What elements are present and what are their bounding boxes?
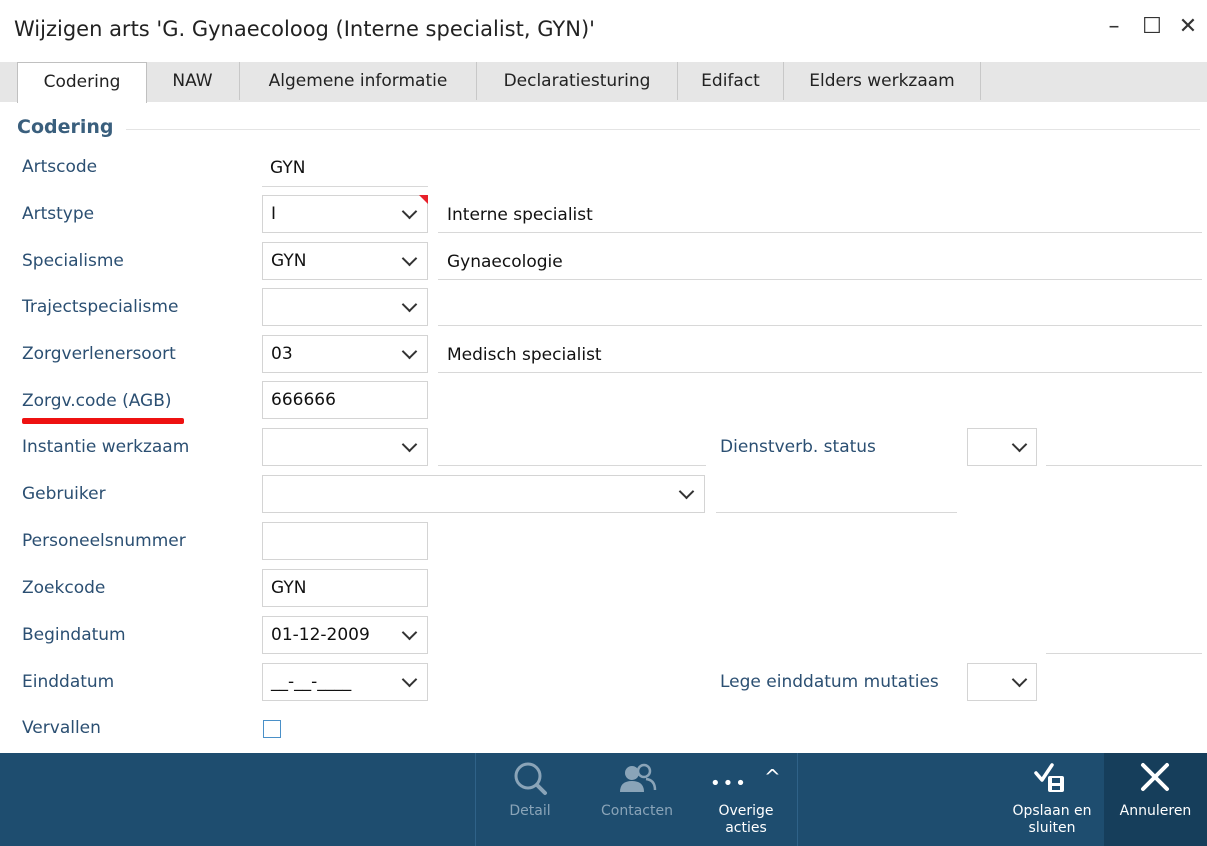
vervallen-checkbox[interactable] bbox=[263, 720, 281, 738]
highlight-underline bbox=[22, 418, 184, 424]
zorgv-code-label: Zorgv.code (AGB) bbox=[22, 391, 172, 411]
contacten-label: Contacten bbox=[601, 803, 673, 819]
maximize-button[interactable]: ☐ bbox=[1137, 14, 1167, 39]
chevron-down-icon bbox=[401, 250, 418, 267]
chevron-down-icon bbox=[1011, 671, 1028, 688]
required-marker-icon bbox=[419, 195, 428, 204]
save-check-icon bbox=[1006, 759, 1098, 797]
zorgverlenersoort-label: Zorgverlenersoort bbox=[22, 344, 176, 364]
specialisme-description-underline bbox=[438, 279, 1202, 280]
specialisme-value: GYN bbox=[271, 251, 307, 271]
tab-elders-werkzaam[interactable]: Elders werkzaam bbox=[784, 62, 981, 100]
instantie-werkzaam-label: Instantie werkzaam bbox=[22, 437, 190, 457]
begindatum-label: Begindatum bbox=[22, 625, 126, 645]
caret-up-icon: ^ bbox=[764, 765, 781, 789]
trajectspecialisme-select[interactable] bbox=[262, 288, 428, 326]
artscode-underline bbox=[262, 186, 428, 187]
toolbar-separator bbox=[797, 753, 798, 846]
trajectspecialisme-description-underline bbox=[438, 325, 1202, 326]
search-icon bbox=[490, 759, 570, 797]
trajectspecialisme-label: Trajectspecialisme bbox=[22, 297, 179, 317]
more-icon: ••• ^ bbox=[700, 759, 792, 797]
einddatum-label: Einddatum bbox=[22, 672, 115, 692]
toolbar-separator bbox=[475, 753, 476, 846]
detail-label: Detail bbox=[509, 803, 551, 819]
chevron-down-icon bbox=[401, 203, 418, 220]
chevron-down-icon bbox=[401, 436, 418, 453]
dienstverb-status-select[interactable] bbox=[967, 428, 1037, 466]
begindatum-value: 01-12-2009 bbox=[271, 625, 370, 645]
lege-einddatum-mutaties-select[interactable] bbox=[967, 663, 1037, 701]
section-title: Codering bbox=[17, 116, 114, 138]
zorgverlenersoort-description-underline bbox=[438, 372, 1202, 373]
artscode-label: Artscode bbox=[22, 157, 98, 177]
einddatum-value: __-__-____ bbox=[271, 672, 352, 692]
personeelsnummer-label: Personeelsnummer bbox=[22, 531, 186, 551]
artstype-description-underline bbox=[438, 232, 1202, 233]
artstype-value: I bbox=[271, 204, 277, 224]
artstype-label: Artstype bbox=[22, 204, 95, 224]
chevron-down-icon bbox=[401, 296, 418, 313]
gebruiker-select[interactable] bbox=[262, 475, 705, 513]
begindatum-picker[interactable]: 01-12-2009 bbox=[262, 616, 428, 654]
detail-button[interactable]: Detail bbox=[490, 753, 570, 846]
instantie-werkzaam-description-underline bbox=[438, 465, 706, 466]
zoekcode-label: Zoekcode bbox=[22, 578, 106, 598]
contacten-button[interactable]: Contacten bbox=[592, 753, 682, 846]
title-bar: Wijzigen arts 'G. Gynaecoloog (Interne s… bbox=[0, 0, 1207, 62]
tab-naw[interactable]: NAW bbox=[146, 62, 240, 100]
zoekcode-input[interactable]: GYN bbox=[262, 569, 428, 607]
lege-einddatum-mutaties-label: Lege einddatum mutaties bbox=[720, 672, 939, 692]
vervallen-label: Vervallen bbox=[22, 718, 101, 738]
opslaan-en-sluiten-button[interactable]: Opslaan en sluiten bbox=[1006, 753, 1098, 846]
artscode-value: GYN bbox=[270, 158, 306, 178]
tab-codering[interactable]: Codering bbox=[17, 62, 147, 103]
gebruiker-description-underline bbox=[716, 512, 957, 513]
artstype-description: Interne specialist bbox=[447, 205, 593, 225]
specialisme-select[interactable]: GYN bbox=[262, 242, 428, 280]
zorgv-code-input[interactable]: 666666 bbox=[262, 381, 428, 419]
artstype-select[interactable]: I bbox=[262, 195, 428, 233]
section-divider bbox=[126, 129, 1200, 130]
tab-declaratiesturing[interactable]: Declaratiesturing bbox=[477, 62, 678, 100]
opslaan-en-sluiten-label: Opslaan en sluiten bbox=[1012, 803, 1092, 836]
annuleren-label: Annuleren bbox=[1119, 803, 1192, 819]
action-toolbar: Detail Contacten ••• ^ Overige acties Op… bbox=[0, 753, 1207, 846]
minimize-button[interactable]: – bbox=[1099, 14, 1129, 39]
chevron-down-icon bbox=[1011, 436, 1028, 453]
tab-bar: Codering NAW Algemene informatie Declara… bbox=[0, 62, 1207, 103]
zorgverlenersoort-description: Medisch specialist bbox=[447, 345, 602, 365]
close-icon bbox=[1104, 759, 1207, 797]
dienstverb-status-description-underline bbox=[1046, 465, 1202, 466]
zorgverlenersoort-select[interactable]: 03 bbox=[262, 335, 428, 373]
chevron-down-icon bbox=[401, 671, 418, 688]
chevron-down-icon bbox=[401, 624, 418, 641]
window-title: Wijzigen arts 'G. Gynaecoloog (Interne s… bbox=[14, 17, 595, 41]
chevron-down-icon bbox=[678, 483, 695, 500]
begindatum-side-underline bbox=[1046, 653, 1202, 654]
close-button[interactable]: ✕ bbox=[1173, 14, 1203, 39]
zorgverlenersoort-value: 03 bbox=[271, 344, 293, 364]
tab-algemene-informatie[interactable]: Algemene informatie bbox=[240, 62, 477, 100]
einddatum-picker[interactable]: __-__-____ bbox=[262, 663, 428, 701]
dienstverb-status-label: Dienstverb. status bbox=[720, 437, 876, 457]
overige-acties-label: Overige acties bbox=[718, 803, 774, 836]
gebruiker-label: Gebruiker bbox=[22, 484, 106, 504]
personeelsnummer-input[interactable] bbox=[262, 522, 428, 560]
specialisme-label: Specialisme bbox=[22, 251, 124, 271]
overige-acties-button[interactable]: ••• ^ Overige acties bbox=[700, 753, 792, 846]
chevron-down-icon bbox=[401, 343, 418, 360]
instantie-werkzaam-select[interactable] bbox=[262, 428, 428, 466]
annuleren-button[interactable]: Annuleren bbox=[1104, 753, 1207, 846]
contacts-icon bbox=[592, 759, 682, 797]
dots-icon: ••• bbox=[710, 773, 748, 794]
specialisme-description: Gynaecologie bbox=[447, 252, 563, 272]
tab-edifact[interactable]: Edifact bbox=[678, 62, 784, 100]
